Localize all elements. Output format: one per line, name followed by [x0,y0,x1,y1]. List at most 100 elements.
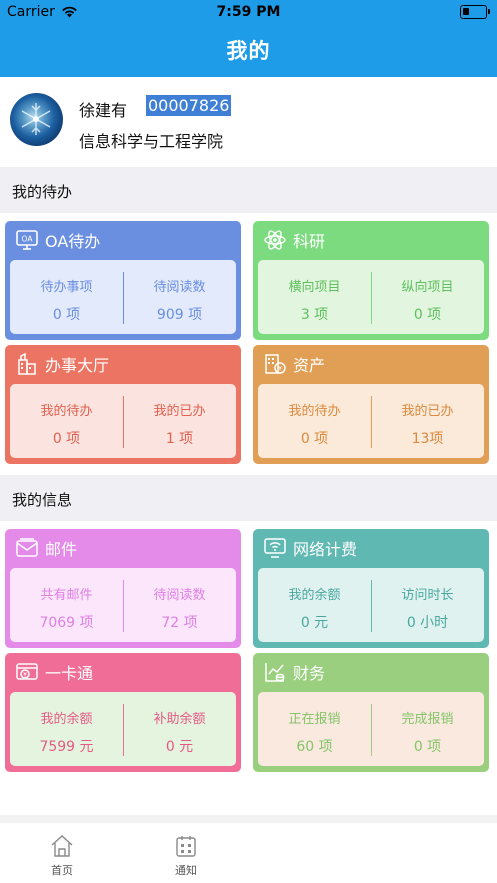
stat-label: 我的已办 [153,404,206,419]
yuan-card-icon: ¥ [16,663,38,680]
card-assets[interactable]: ¥ 资产 我的待办 0 项 我的已办 13项 [253,345,489,464]
card-header: OA OA待办 [15,227,100,253]
stat-right[interactable]: 完成报销 0 项 [371,692,484,766]
tabbar-separator [0,815,497,823]
stat-label: 待办事项 [40,280,93,295]
stat-value: 909 项 [156,307,203,323]
card-body: 共有邮件 7069 项 待阅读数 72 项 [10,568,236,642]
card-header: 邮件 [15,535,77,561]
stat-value: 0 项 [52,307,81,323]
stat-value: 3 项 [300,307,329,323]
card-body: 横向项目 3 项 纵向项目 0 项 [258,260,484,334]
mail-icon [16,538,38,557]
stat-value: 0 小时 [406,615,449,631]
profile-panel[interactable]: 徐建有 00007826 信息科学与工程学院 [0,77,497,167]
stat-right[interactable]: 访问时长 0 小时 [371,568,484,642]
card-oa[interactable]: OA OA待办 待办事项 0 项 待阅读数 909 项 [5,221,241,340]
card-header: ¥ 资产 [263,351,325,377]
svg-text:OA: OA [22,235,34,244]
home-icon [51,835,73,857]
card-network-billing[interactable]: 网络计费 我的余额 0 元 访问时长 0 小时 [253,529,489,648]
stat-value: 7599 元 [39,739,94,755]
stat-label: 共有邮件 [40,588,93,603]
stat-value: 0 元 [300,615,329,631]
svg-text:¥: ¥ [23,671,27,678]
tab-notice[interactable]: 通知 [156,833,216,878]
stat-value: 0 项 [52,431,81,447]
stat-left[interactable]: 我的待办 0 项 [258,384,371,458]
atom-icon [264,230,286,250]
card-body: 待办事项 0 项 待阅读数 909 项 [10,260,236,334]
card-header: 财务 [263,659,325,685]
stat-label: 完成报销 [401,712,454,727]
notice-icon [176,836,196,857]
card-mail[interactable]: 邮件 共有邮件 7069 项 待阅读数 72 项 [5,529,241,648]
stat-label: 横向项目 [288,280,341,295]
card-title: 科研 [293,232,326,251]
stat-label: 待阅读数 [153,588,206,603]
stat-left[interactable]: 共有邮件 7069 项 [10,568,123,642]
nav-header: Carrier 7:59 PM 我的 [0,0,497,77]
stat-label: 我的已办 [401,404,454,419]
stat-right[interactable]: 纵向项目 0 项 [371,260,484,334]
snowflake-icon [21,103,51,135]
stat-label: 我的待办 [288,404,341,419]
section-title: 我的待办 [12,183,73,201]
stat-label: 正在报销 [288,712,341,727]
stat-value: 0 项 [413,739,442,755]
stat-label: 纵向项目 [401,280,454,295]
stat-right[interactable]: 待阅读数 909 项 [123,260,236,334]
section-header-todo: 我的待办 [0,167,497,213]
stat-label: 我的余额 [288,588,341,603]
user-id[interactable]: 00007826 [146,95,232,116]
tab-bar: 首页 通知 [0,823,497,883]
stat-right[interactable]: 补助余额 0 元 [123,692,236,766]
section-header-info: 我的信息 [0,475,497,521]
card-research[interactable]: 科研 横向项目 3 项 纵向项目 0 项 [253,221,489,340]
card-header: 办事大厅 [15,351,109,377]
stat-left[interactable]: 我的余额 0 元 [258,568,371,642]
stat-value: 0 元 [165,739,194,755]
stat-left[interactable]: 横向项目 3 项 [258,260,371,334]
card-title: 资产 [293,356,326,375]
stat-left[interactable]: 我的待办 0 项 [10,384,123,458]
page-title: 我的 [226,39,271,63]
card-title: 邮件 [45,540,78,559]
stat-value: 0 项 [300,431,329,447]
user-department: 信息科学与工程学院 [79,132,224,151]
avatar[interactable] [10,93,63,146]
wifi-monitor-icon [264,538,286,558]
card-body: 我的余额 0 元 访问时长 0 小时 [258,568,484,642]
stat-value: 7069 项 [39,615,94,631]
section-title: 我的信息 [12,491,73,509]
stat-value: 60 项 [296,739,333,755]
card-service-hall[interactable]: 办事大厅 我的待办 0 项 我的已办 1 项 [5,345,241,464]
stat-label: 补助余额 [153,712,206,727]
tab-home[interactable]: 首页 [32,833,92,878]
stat-label: 我的待办 [40,404,93,419]
stat-left[interactable]: 待办事项 0 项 [10,260,123,334]
asset-icon: ¥ [265,354,286,374]
tab-label: 通知 [175,864,197,877]
building-icon [18,352,36,375]
stat-left[interactable]: 正在报销 60 项 [258,692,371,766]
stat-right[interactable]: 待阅读数 72 项 [123,568,236,642]
user-name: 徐建有 [79,101,128,120]
stat-value: 13项 [411,431,444,447]
stat-label: 访问时长 [401,588,454,603]
stat-label: 我的余额 [40,712,93,727]
svg-text:¥: ¥ [278,366,282,373]
card-title: 办事大厅 [45,356,110,375]
finance-chart-icon [265,663,285,682]
oa-icon: OA [16,230,38,250]
card-header: 网络计费 [263,535,357,561]
stat-left[interactable]: 我的余额 7599 元 [10,692,123,766]
stat-right[interactable]: 我的已办 13项 [371,384,484,458]
card-body: 我的待办 0 项 我的已办 13项 [258,384,484,458]
card-finance[interactable]: 财务 正在报销 60 项 完成报销 0 项 [253,653,489,772]
stat-right[interactable]: 我的已办 1 项 [123,384,236,458]
card-title: OA待办 [45,232,101,251]
card-body: 我的余额 7599 元 补助余额 0 元 [10,692,236,766]
card-campus-card[interactable]: ¥ 一卡通 我的余额 7599 元 补助余额 0 元 [5,653,241,772]
stat-value: 0 项 [413,307,442,323]
